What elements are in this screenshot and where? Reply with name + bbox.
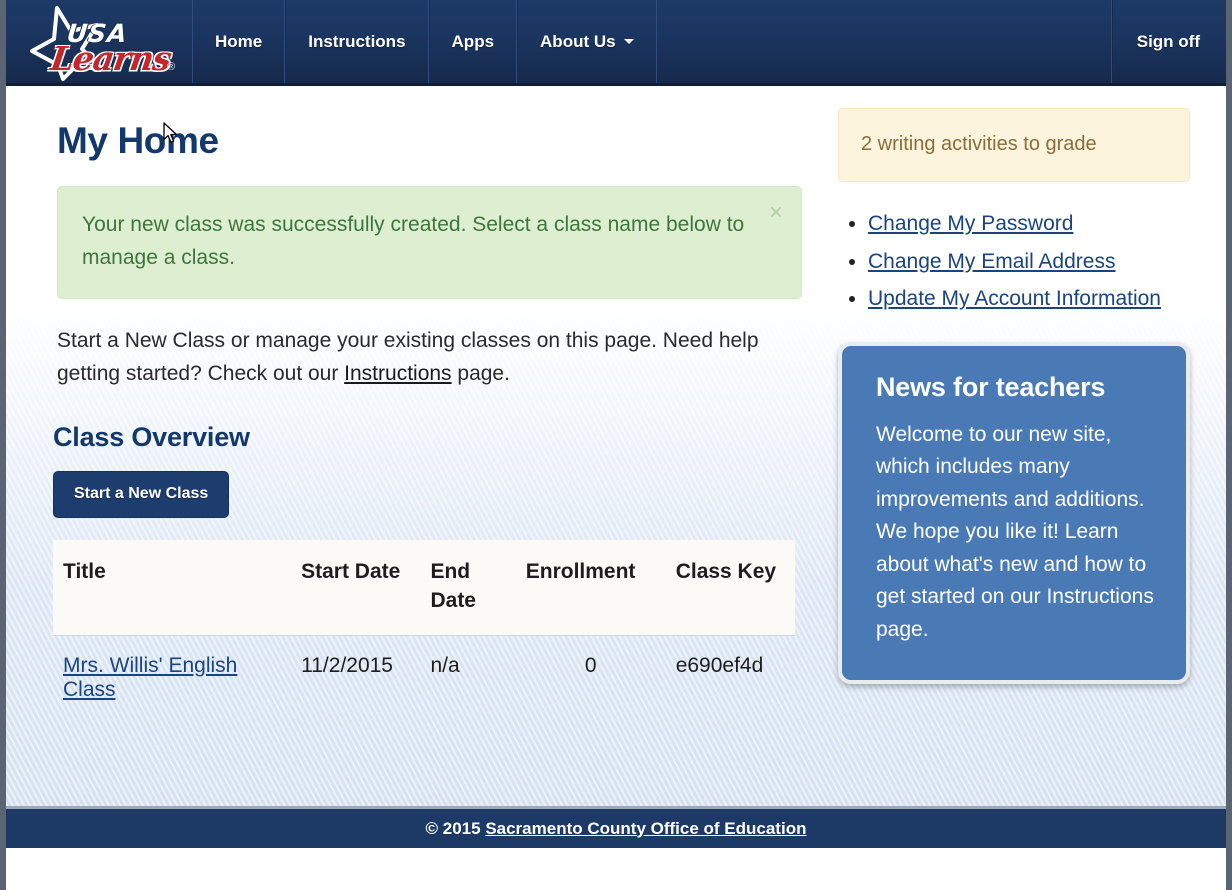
class-overview-table: Title Start Date End Date Enrollment Cla…	[53, 540, 795, 722]
cell-class-key: e690ef4d	[665, 634, 795, 722]
list-item: Change My Email Address	[868, 246, 1208, 279]
page-title: My Home	[57, 120, 219, 161]
start-a-new-class-button[interactable]: Start a New Class	[53, 471, 230, 519]
class-title-link[interactable]: Mrs. Willis' English Class	[63, 654, 237, 701]
sign-off-label: Sign off	[1136, 31, 1200, 51]
site-logo[interactable]: USA Learns ®	[6, 0, 193, 83]
grading-notice-text: 2 writing activities to grade	[861, 133, 1097, 155]
nav-item-instructions[interactable]: Instructions	[285, 0, 429, 83]
nav-menu: Home Instructions Apps About Us	[193, 0, 1112, 83]
footer-copyright: © 2015 Sacramento County Office of Educa…	[426, 819, 807, 839]
change-my-password-link[interactable]: Change My Password	[868, 212, 1073, 235]
news-panel-title: News for teachers	[876, 371, 1106, 402]
copyright-text: © 2015	[425, 818, 486, 838]
page-footer: © 2015 Sacramento County Office of Educa…	[6, 806, 1226, 848]
list-item: Update My Account Information	[868, 283, 1208, 316]
close-icon[interactable]: ×	[769, 201, 783, 225]
sign-off-button[interactable]: Sign off	[1111, 0, 1226, 83]
column-header-class-key: Class Key	[675, 560, 777, 584]
registered-trademark-icon: ®	[167, 60, 176, 73]
logo-learns-text: Learns	[48, 38, 174, 78]
main-column: My Home Your new class was successfully …	[52, 86, 812, 722]
table-header-row: Title Start Date End Date Enrollment Cla…	[53, 540, 795, 636]
sidebar-column: 2 writing activities to grade Change My …	[812, 86, 1208, 722]
page-body: My Home Your new class was successfully …	[6, 86, 1226, 848]
column-header-enrollment: Enrollment	[525, 560, 636, 584]
success-alert: Your new class was successfully created.…	[57, 186, 802, 300]
browser-page: USA Learns ® Home Instructions Apps Abou…	[0, 0, 1232, 890]
cell-end-date: n/a	[420, 634, 516, 722]
class-overview-title: Class Overview	[53, 422, 250, 453]
table-row: Mrs. Willis' English Class 11/2/2015 n/a…	[53, 634, 795, 722]
nav-item-apps[interactable]: Apps	[428, 0, 518, 83]
nav-item-label: About Us	[540, 31, 616, 51]
cell-class-title: Mrs. Willis' English Class	[53, 634, 292, 722]
nav-item-label: Apps	[451, 31, 495, 51]
chevron-down-icon	[623, 39, 634, 44]
content-grid: My Home Your new class was successfully …	[6, 86, 1226, 722]
nav-item-label: Instructions	[308, 31, 406, 51]
grading-notice-box[interactable]: 2 writing activities to grade	[838, 108, 1190, 182]
nav-item-about-us[interactable]: About Us	[517, 0, 657, 83]
table-body: Mrs. Willis' English Class 11/2/2015 n/a…	[53, 634, 795, 722]
organization-link[interactable]: Sacramento County Office of Education	[485, 819, 806, 838]
nav-item-label: Home	[215, 31, 263, 51]
nav-spacer	[657, 0, 1112, 83]
instructions-link[interactable]: Instructions	[344, 362, 451, 385]
nav-item-home[interactable]: Home	[193, 0, 286, 83]
account-links-list: Change My Password Change My Email Addre…	[838, 208, 1208, 316]
table-header: Title Start Date End Date Enrollment Cla…	[53, 540, 795, 636]
update-my-account-information-link[interactable]: Update My Account Information	[868, 287, 1161, 310]
top-navigation-bar: USA Learns ® Home Instructions Apps Abou…	[6, 0, 1226, 86]
change-my-email-address-link[interactable]: Change My Email Address	[868, 250, 1115, 273]
intro-text-after: page.	[451, 361, 510, 385]
news-panel-body: Welcome to our new site, which includes …	[876, 422, 1154, 641]
success-alert-message: Your new class was successfully created.…	[82, 213, 745, 269]
cell-enrollment: 0	[515, 634, 666, 722]
cell-start-date: 11/2/2015	[291, 634, 421, 722]
column-header-start-date: Start Date	[301, 560, 401, 584]
column-header-end-date: End Date	[430, 560, 476, 612]
list-item: Change My Password	[868, 208, 1208, 241]
news-for-teachers-panel: News for teachers Welcome to our new sit…	[838, 341, 1190, 685]
intro-paragraph: Start a New Class or manage your existin…	[57, 325, 797, 390]
column-header-title: Title	[63, 560, 106, 584]
